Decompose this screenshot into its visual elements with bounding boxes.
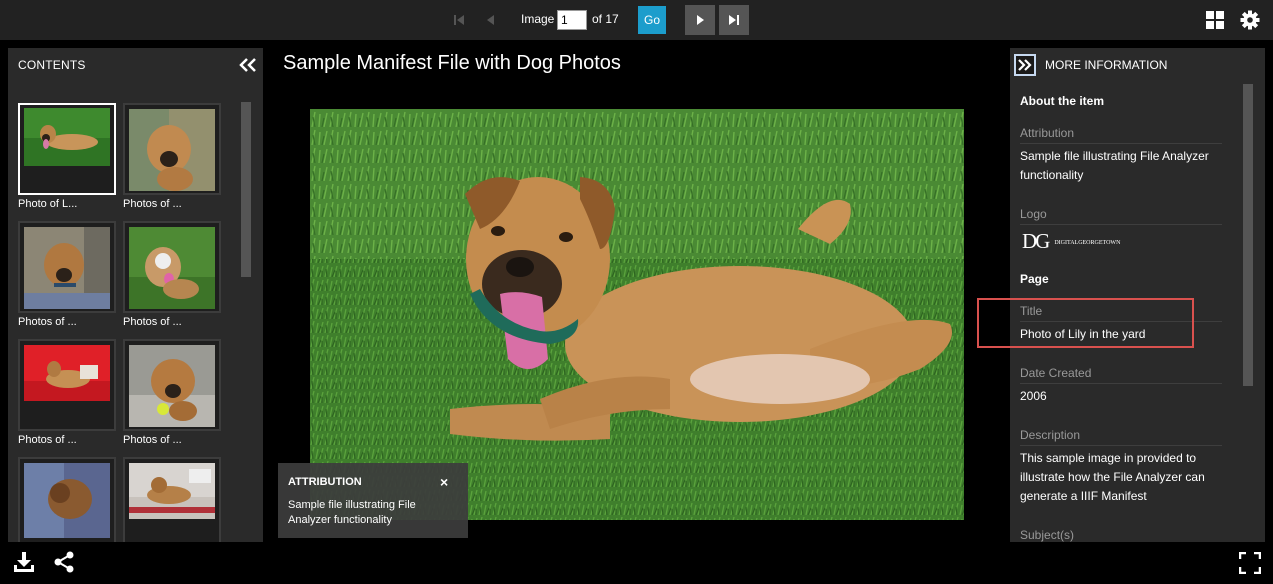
description-value: This sample image in provided to illustr… [1020,451,1205,503]
skip-first-icon [454,15,464,25]
main-image[interactable] [310,109,964,520]
attribution-value: Sample file illustrating File Analyzer f… [1020,149,1209,182]
date-created-value: 2006 [1020,389,1047,403]
thumbnail-7[interactable] [18,457,116,542]
gear-icon [1240,10,1260,30]
next-image-button[interactable] [685,5,715,35]
contents-scrollbar[interactable] [241,102,251,277]
more-information-panel: MORE INFORMATION About the item Attribut… [1010,48,1265,542]
attribution-text: Sample file illustrating File Analyzer f… [288,499,416,526]
image-number-input[interactable] [557,10,587,30]
thumbnail-image [24,108,110,166]
double-chevron-left-icon [239,58,256,72]
page-heading: Page [1020,272,1049,286]
subjects-label: Subject(s) [1020,528,1075,542]
title-label: Title [1020,304,1222,322]
download-icon [14,552,34,572]
fullscreen-button[interactable] [1238,551,1263,576]
close-icon[interactable]: × [440,474,448,490]
thumbnail-image [129,463,215,519]
last-image-button[interactable] [719,5,749,35]
download-button[interactable] [12,550,36,574]
chevron-right-icon [697,15,704,25]
thumbnail-label: Photos of ... [18,434,77,446]
thumbnail-6[interactable] [123,339,221,431]
logo[interactable]: DG DIGITALGEORGETOWN [1022,229,1120,254]
thumbnail-label: Photo of L... [18,198,78,210]
thumbnail-label: Photos of ... [123,198,182,210]
attribution-popup: ATTRIBUTION × Sample file illustrating F… [278,463,468,538]
skip-last-icon [729,15,739,25]
image-total-label: of 17 [592,12,619,26]
attribution-title: ATTRIBUTION [288,476,362,488]
thumbnail-4[interactable] [123,221,221,313]
date-created-label: Date Created [1020,366,1222,384]
thumbnail-5[interactable] [18,339,116,431]
page-title: Sample Manifest File with Dog Photos [283,52,621,74]
grid-icon [1206,11,1224,29]
thumbnail-image [129,345,215,427]
collapse-information-button[interactable] [1014,54,1036,76]
title-value: Photo of Lily in the yard [1020,327,1146,341]
dog-photo [310,109,964,520]
logo-label: Logo [1020,207,1222,225]
logo-mark: DG [1022,229,1050,253]
share-button[interactable] [52,550,76,574]
thumbnail-label: Photos of ... [123,434,182,446]
image-label: Image [521,12,555,26]
about-item-heading: About the item [1020,94,1104,108]
gallery-view-button[interactable] [1200,5,1230,35]
collapse-contents-button[interactable] [238,55,258,75]
double-chevron-right-icon [1018,59,1032,71]
fullscreen-icon [1238,551,1262,575]
information-scrollbar[interactable] [1243,84,1253,386]
viewer-app: Image of 17 Go [0,0,1273,584]
settings-button[interactable] [1235,5,1265,35]
thumbnail-label: Photos of ... [123,316,182,328]
top-toolbar: Image of 17 Go [0,0,1273,40]
thumbnail-image [129,227,215,309]
thumbnail-8[interactable] [123,457,221,542]
more-information-title: MORE INFORMATION [1045,58,1168,72]
thumbnail-2[interactable] [123,103,221,195]
thumbnail-image [24,227,110,309]
thumbnail-label: Photos of ... [18,316,77,328]
thumbnail-image [24,345,110,401]
attribution-label: Attribution [1020,126,1222,144]
first-image-button[interactable] [444,5,474,35]
go-button[interactable]: Go [638,6,666,34]
chevron-left-icon [487,15,494,25]
contents-title: CONTENTS [18,58,86,72]
previous-image-button[interactable] [476,5,506,35]
thumbnail-1[interactable] [18,103,116,195]
thumbnail-3[interactable] [18,221,116,313]
contents-panel: CONTENTS Photo of L... Photos of ... Pho… [8,48,263,542]
description-label: Description [1020,428,1222,446]
logo-text: DIGITALGEORGETOWN [1054,239,1121,246]
thumbnail-image [24,463,110,538]
share-icon [54,551,74,573]
thumbnail-image [129,109,215,191]
